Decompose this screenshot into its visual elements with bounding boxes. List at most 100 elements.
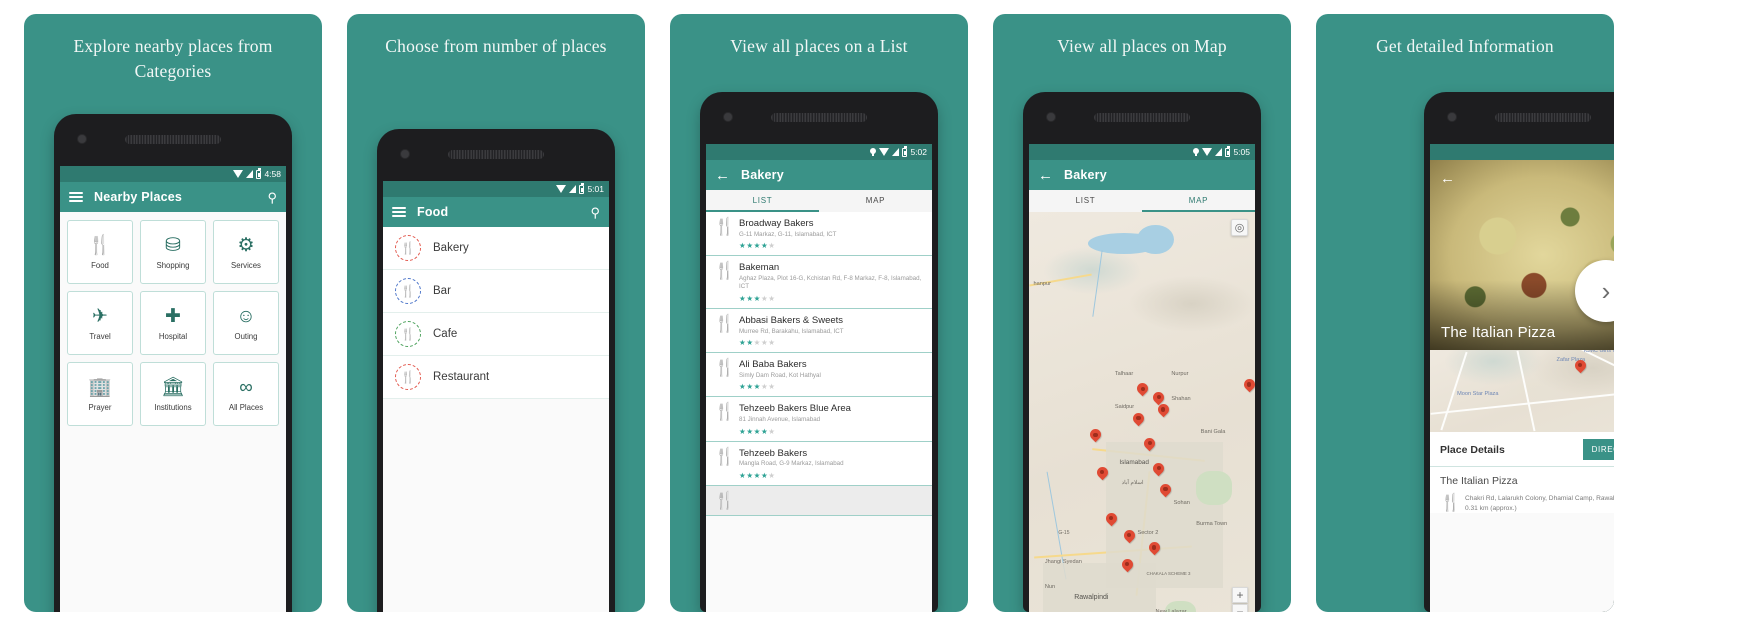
list-item[interactable]: 🍴 Restaurant bbox=[383, 356, 609, 399]
list-item[interactable]: 🍴 Cafe bbox=[383, 313, 609, 356]
map-label: G-15 bbox=[1058, 529, 1070, 536]
panel-title: Choose from number of places bbox=[385, 36, 607, 56]
tab-list[interactable]: LIST bbox=[706, 190, 819, 212]
category-label: Prayer bbox=[88, 403, 112, 412]
map-label: hanpur bbox=[1033, 280, 1051, 287]
tab-map[interactable]: MAP bbox=[1142, 190, 1255, 212]
search-icon[interactable]: ⚲ bbox=[267, 191, 277, 204]
map-pin[interactable] bbox=[1244, 379, 1255, 394]
detail-mini-map[interactable]: Zafar Plaza Moon Star Plaza Street No IC… bbox=[1430, 350, 1614, 432]
search-icon[interactable]: ⚲ bbox=[590, 206, 600, 219]
status-time: 4:58 bbox=[264, 168, 281, 179]
wifi-icon bbox=[233, 170, 244, 178]
panel-detail-view: Get detailed Information ← The Italian P… bbox=[1316, 14, 1614, 612]
earpiece-speaker bbox=[1094, 113, 1190, 122]
wifi-icon bbox=[1202, 148, 1213, 156]
signal-icon bbox=[892, 148, 900, 156]
battery-icon bbox=[902, 146, 908, 157]
place-name: Tehzeeb Bakers bbox=[739, 447, 808, 459]
cutlery-icon: 🍴 bbox=[714, 261, 736, 281]
map-container[interactable]: hanpur Talhaar Saidpur Nurpur Shahan Ban… bbox=[1029, 212, 1255, 612]
category-card-institutions[interactable]: 🏛 Institutions bbox=[140, 362, 206, 426]
map-pin[interactable] bbox=[1106, 513, 1117, 528]
table-row[interactable]: 🍴 Ali Baba Bakers Simly Dam Road, Kot Ha… bbox=[706, 353, 932, 398]
category-card-services[interactable]: ⚙ Services bbox=[213, 220, 279, 284]
gear-icon: ⚙ bbox=[237, 234, 255, 256]
hamburger-icon[interactable] bbox=[392, 206, 406, 218]
list-item[interactable]: 🍴 Bar bbox=[383, 270, 609, 313]
category-card-all-places[interactable]: ∞ All Places bbox=[213, 362, 279, 426]
map-pin[interactable] bbox=[1158, 404, 1169, 419]
table-row[interactable]: 🍴 Broadway Bakers G-11 Markaz, G-11, Isl… bbox=[706, 212, 932, 257]
category-label: Travel bbox=[89, 332, 111, 341]
panel-title: Explore nearby places from Categories bbox=[73, 36, 273, 81]
hero-title: The Italian Pizza bbox=[1441, 324, 1556, 341]
earpiece-speaker bbox=[448, 150, 544, 159]
category-card-prayer[interactable]: 🏢 Prayer bbox=[67, 362, 133, 426]
infinity-icon: ∞ bbox=[239, 376, 253, 398]
back-arrow-icon[interactable]: ← bbox=[715, 168, 730, 183]
earpiece-speaker bbox=[1495, 113, 1591, 122]
zoom-in-button[interactable]: + bbox=[1232, 587, 1248, 603]
phone-mockup: 5:02 ← Bakery LIST MAP 🍴 Broadway Bakers bbox=[700, 92, 938, 612]
panel-map-view: View all places on Map 5:05 ← Bakery LIS… bbox=[993, 14, 1291, 612]
map-pin[interactable] bbox=[1575, 360, 1586, 375]
category-card-shopping[interactable]: ⛁ Shopping bbox=[140, 220, 206, 284]
table-row[interactable]: 🍴 Bakeman Aghaz Plaza, Plot 16-G, Kchist… bbox=[706, 256, 932, 309]
phone-top-bezel bbox=[700, 92, 938, 144]
zoom-out-button[interactable]: − bbox=[1232, 604, 1248, 612]
category-label: Food bbox=[91, 261, 109, 270]
status-bar: 5:02 bbox=[706, 144, 932, 160]
place-address: Aghaz Plaza, Plot 16-G, Kchistan Rd, F-8… bbox=[739, 275, 922, 291]
green-area bbox=[1196, 471, 1233, 505]
table-row[interactable]: 🍴 Abbasi Bakers & Sweets Murree Rd, Bara… bbox=[706, 309, 932, 354]
category-label: Shopping bbox=[156, 261, 190, 270]
map-pin[interactable] bbox=[1090, 429, 1101, 444]
signal-icon bbox=[246, 170, 254, 178]
tab-map[interactable]: MAP bbox=[819, 190, 932, 212]
map-pin[interactable] bbox=[1137, 383, 1148, 398]
directions-button[interactable]: DIRECTIONS bbox=[1582, 439, 1614, 460]
status-bar: 5:01 bbox=[383, 181, 609, 197]
earpiece-speaker bbox=[771, 113, 867, 122]
app-bar-title: Bakery bbox=[1064, 168, 1107, 182]
map-pin[interactable] bbox=[1160, 484, 1171, 499]
map-pin[interactable] bbox=[1097, 467, 1108, 482]
table-row[interactable]: 🍴 Tehzeeb Bakers Mangla Road, G-9 Markaz… bbox=[706, 442, 932, 486]
map-pin[interactable] bbox=[1133, 413, 1144, 428]
category-card-travel[interactable]: ✈ Travel bbox=[67, 291, 133, 355]
map-label: Bani Gala bbox=[1200, 429, 1226, 436]
map-label: New Lalazar bbox=[1156, 609, 1187, 612]
map-pin[interactable] bbox=[1153, 463, 1164, 478]
map-label: Saidpur bbox=[1114, 404, 1135, 411]
map-pin[interactable] bbox=[1124, 530, 1135, 545]
place-address: Murree Rd, Barakahu, Islamabad, ICT bbox=[739, 327, 844, 335]
table-row[interactable]: 🍴 Tehzeeb Bakers Blue Area 81 Jinnah Ave… bbox=[706, 397, 932, 442]
tab-list[interactable]: LIST bbox=[1029, 190, 1142, 212]
front-camera-icon bbox=[400, 149, 410, 159]
panel-list-view: View all places on a List 5:02 ← Bakery bbox=[670, 14, 968, 612]
category-card-hospital[interactable]: ✚ Hospital bbox=[140, 291, 206, 355]
panel-categories: Explore nearby places from Categories 4:… bbox=[24, 14, 322, 612]
my-location-icon[interactable]: ◎ bbox=[1231, 219, 1248, 236]
list-item[interactable]: 🍴 Bakery bbox=[383, 227, 609, 270]
map-pin[interactable] bbox=[1149, 542, 1160, 557]
category-label: Services bbox=[231, 261, 261, 270]
rating-stars: ★★★★★ bbox=[739, 338, 776, 348]
place-name: The Italian Pizza bbox=[1440, 475, 1518, 487]
back-arrow-icon[interactable]: ← bbox=[1440, 170, 1455, 187]
cutlery-icon: 🍴 bbox=[1440, 493, 1462, 512]
subcategory-list: 🍴 Bakery 🍴 Bar 🍴 Cafe 🍴 Restaurant bbox=[383, 227, 609, 399]
hamburger-icon[interactable] bbox=[69, 191, 83, 203]
table-row[interactable]: 🍴 bbox=[706, 485, 932, 517]
cutlery-icon: 🍴 bbox=[714, 402, 736, 422]
screenshot-gallery: Explore nearby places from Categories 4:… bbox=[0, 0, 1762, 626]
category-card-outing[interactable]: ☺ Outing bbox=[213, 291, 279, 355]
phone-screen: 5:05 ← Bakery LIST MAP hanpur Talhaar Sa… bbox=[1029, 144, 1255, 612]
category-card-food[interactable]: 🍴 Food bbox=[67, 220, 133, 284]
map-pin[interactable] bbox=[1144, 438, 1155, 453]
google-map[interactable]: hanpur Talhaar Saidpur Nurpur Shahan Ban… bbox=[1029, 212, 1255, 612]
map-pin[interactable] bbox=[1122, 559, 1133, 574]
front-camera-icon bbox=[77, 134, 87, 144]
back-arrow-icon[interactable]: ← bbox=[1038, 168, 1053, 183]
